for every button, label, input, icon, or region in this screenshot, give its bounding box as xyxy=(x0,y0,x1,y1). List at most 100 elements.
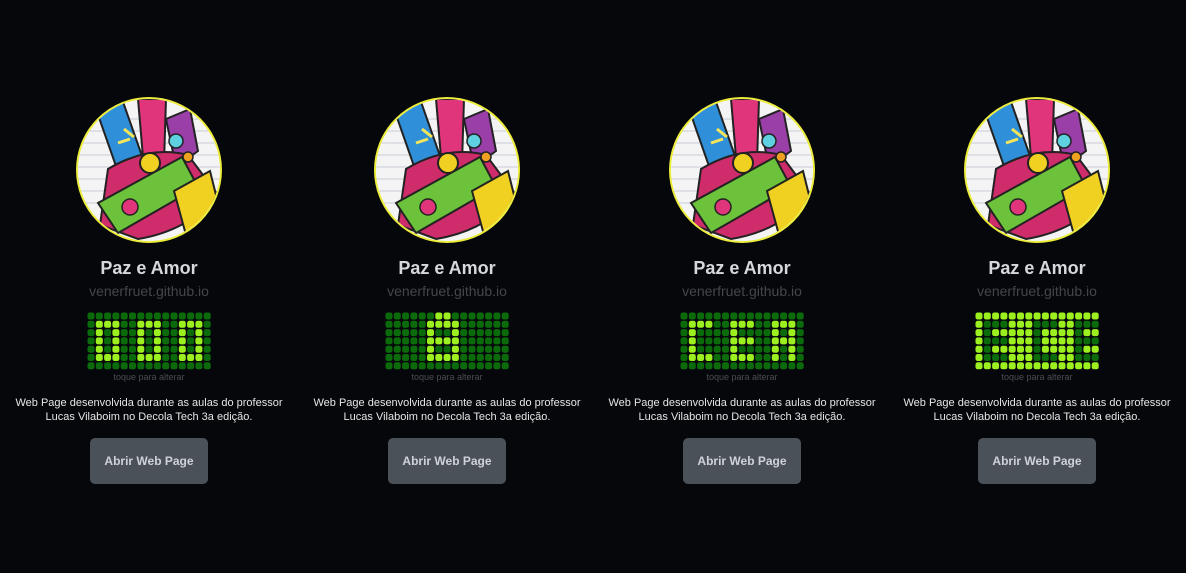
led-dot xyxy=(1050,337,1058,345)
led-dot xyxy=(1017,345,1024,353)
description-line: Web Page desenvolvida durante as aulas d… xyxy=(313,397,581,409)
peace-love-drawing-icon xyxy=(671,99,813,241)
led-dot xyxy=(697,362,705,370)
led-dot xyxy=(697,312,705,320)
led-dot xyxy=(975,337,983,345)
led-dot xyxy=(1041,329,1049,337)
led-dot xyxy=(451,337,459,345)
led-dot xyxy=(975,362,983,370)
led-dot xyxy=(1025,362,1033,370)
led-dot xyxy=(705,354,713,361)
led-dot xyxy=(771,345,779,353)
led-dot xyxy=(187,329,195,337)
led-dot xyxy=(780,337,788,345)
led-dot xyxy=(680,354,688,361)
led-dot xyxy=(713,337,721,345)
led-dot xyxy=(402,362,410,370)
led-dot xyxy=(722,362,729,370)
led-dot xyxy=(385,312,393,320)
open-web-page-button[interactable]: Abrir Web Page xyxy=(683,438,801,484)
led-dot xyxy=(796,312,804,320)
led-dot xyxy=(443,320,451,328)
led-dot xyxy=(1058,345,1066,353)
peace-love-drawing-icon xyxy=(78,99,220,241)
led-dot xyxy=(763,337,771,345)
led-matrix-hint: toque para alterar xyxy=(1001,372,1073,382)
led-dot xyxy=(402,354,410,361)
led-dot xyxy=(203,354,211,361)
led-dot xyxy=(1033,329,1041,337)
led-dot xyxy=(95,362,103,370)
led-dot xyxy=(755,320,763,328)
led-dot xyxy=(427,320,434,328)
led-dot xyxy=(1075,320,1083,328)
open-web-page-button[interactable]: Abrir Web Page xyxy=(388,438,506,484)
led-dot xyxy=(1058,354,1066,361)
led-dot xyxy=(493,362,501,370)
avatar xyxy=(374,97,520,243)
led-dot xyxy=(112,329,120,337)
led-dot xyxy=(178,329,186,337)
led-dot xyxy=(1066,320,1074,328)
peace-love-drawing-icon xyxy=(966,99,1108,241)
led-dot xyxy=(443,312,451,320)
led-dot xyxy=(1083,337,1091,345)
led-dot xyxy=(1025,337,1033,345)
led-dot xyxy=(1025,312,1033,320)
led-dot xyxy=(112,354,120,361)
led-dot xyxy=(1041,312,1049,320)
led-dot xyxy=(983,329,991,337)
led-dot xyxy=(983,312,991,320)
avatar xyxy=(76,97,222,243)
led-dot xyxy=(385,345,393,353)
led-dot xyxy=(162,354,170,361)
led-dot xyxy=(501,345,509,353)
led-dot xyxy=(485,312,493,320)
card-url: venerfruet.github.io xyxy=(682,283,802,299)
card-title: Paz e Amor xyxy=(693,258,791,278)
led-dot xyxy=(763,345,771,353)
led-dot xyxy=(796,329,804,337)
led-dot xyxy=(1008,329,1016,337)
led-dot xyxy=(485,362,493,370)
led-dot xyxy=(137,329,145,337)
led-dot xyxy=(688,362,696,370)
led-dot xyxy=(476,320,484,328)
led-dot xyxy=(771,320,779,328)
led-dot xyxy=(153,320,161,328)
led-matrix-grid xyxy=(385,312,509,370)
led-dot xyxy=(435,329,443,337)
led-dot xyxy=(95,312,103,320)
led-matrix[interactable] xyxy=(385,312,510,370)
page: Paz e Amor venerfruet.github.io toque pa… xyxy=(0,0,1186,573)
led-dot xyxy=(410,362,418,370)
led-dot xyxy=(393,337,401,345)
led-dot xyxy=(162,345,170,353)
led-matrix[interactable] xyxy=(975,312,1100,370)
led-dot xyxy=(680,337,688,345)
led-dot xyxy=(460,329,468,337)
led-dot xyxy=(975,320,983,328)
link-card: Paz e Amor venerfruet.github.io toque pa… xyxy=(9,0,289,573)
led-dot xyxy=(713,362,721,370)
led-dot xyxy=(1075,345,1083,353)
led-dot xyxy=(443,337,451,345)
led-dot xyxy=(501,329,509,337)
led-dot xyxy=(153,345,161,353)
led-dot xyxy=(788,345,796,353)
open-web-page-button[interactable]: Abrir Web Page xyxy=(90,438,208,484)
led-dot xyxy=(443,329,451,337)
led-dot xyxy=(493,354,501,361)
led-dot xyxy=(1066,337,1074,345)
led-dot xyxy=(112,312,120,320)
led-dot xyxy=(104,345,112,353)
led-dot xyxy=(476,312,484,320)
led-dot xyxy=(992,354,1000,361)
led-dot xyxy=(697,329,705,337)
led-matrix[interactable] xyxy=(87,312,212,370)
open-web-page-button[interactable]: Abrir Web Page xyxy=(978,438,1096,484)
led-dot xyxy=(730,354,738,361)
led-dot xyxy=(501,320,509,328)
led-matrix[interactable] xyxy=(680,312,805,370)
led-dot xyxy=(104,312,112,320)
